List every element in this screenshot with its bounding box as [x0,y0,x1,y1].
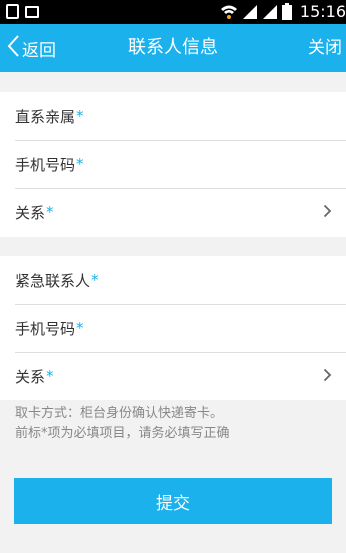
field-label: 手机号码 [15,155,76,174]
required-mark: * [46,367,54,385]
field-label: 紧急联系人 [15,271,91,290]
status-right-icons: 15:16 [220,2,346,21]
emergency-relation-select[interactable]: 关系 * [0,352,346,400]
battery-icon [281,3,292,20]
required-mark: * [91,271,99,289]
back-label: 返回 [22,40,56,61]
note-line-delivery: 取卡方式：柜台身份确认快递寄卡。 [15,406,224,421]
field-label: 关系 [15,203,46,222]
emergency-name-field[interactable]: 紧急联系人 * [0,256,346,304]
relative-contact-group: 直系亲属 * 手机号码 * 关系 * [0,92,346,237]
status-clock: 15:16 [299,2,346,21]
required-mark: * [76,319,84,337]
required-mark: * [76,107,84,125]
relative-phone-field[interactable]: 手机号码 * [0,140,346,188]
chevron-right-icon [323,368,332,386]
submit-button[interactable]: 提交 [14,478,332,524]
status-left-icons [6,4,39,19]
back-button[interactable]: 返回 [6,24,56,72]
signal-icon [242,4,258,20]
status-bar: 15:16 [0,0,346,24]
nav-bar: 返回 联系人信息 关闭 [0,24,346,72]
emergency-phone-field[interactable]: 手机号码 * [0,304,346,352]
image-icon [25,6,39,18]
signal-icon [262,4,278,20]
field-label: 直系亲属 [15,107,76,126]
field-label: 关系 [15,367,46,386]
relative-name-field[interactable]: 直系亲属 * [0,92,346,140]
field-label: 手机号码 [15,319,76,338]
required-mark: * [46,203,54,221]
relative-relation-select[interactable]: 关系 * [0,188,346,236]
emergency-contact-group: 紧急联系人 * 手机号码 * 关系 * [0,256,346,400]
chevron-right-icon [323,204,332,222]
wifi-icon [220,4,238,20]
note-line-required: 前标*项为必填项目，请务必填写正确 [15,426,230,441]
required-mark: * [76,155,84,173]
close-button[interactable]: 关闭 [308,24,342,72]
chevron-left-icon [6,34,20,63]
info-note: 取卡方式：柜台身份确认快递寄卡。 前标*项为必填项目，请务必填写正确 [15,404,335,444]
sim-icon [6,4,19,19]
